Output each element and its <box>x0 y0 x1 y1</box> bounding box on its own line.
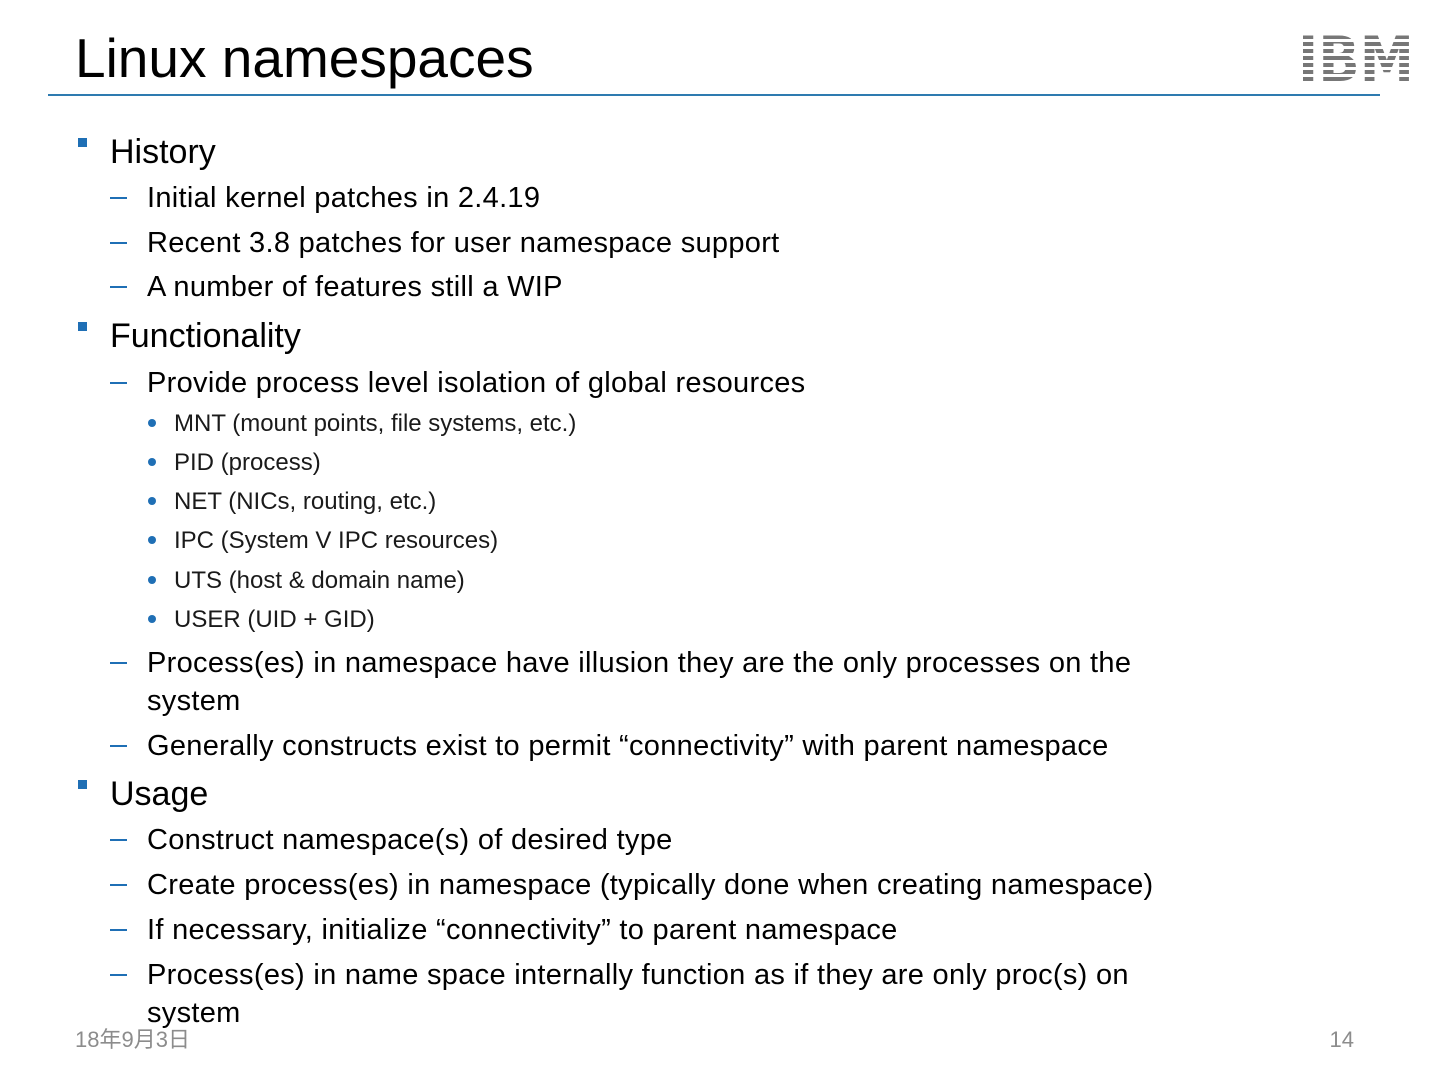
square-bullet-icon <box>78 138 87 147</box>
functionality-item: Provide process level isolation of globa… <box>147 367 806 399</box>
title-divider <box>48 94 1380 96</box>
usage-item-line: Process(es) in name space internally fun… <box>147 959 1129 991</box>
namespace-type-item: NET (NICs, routing, etc.) <box>174 488 437 515</box>
functionality-item-line: system <box>147 685 241 717</box>
namespace-type-item: PID (process) <box>174 449 321 476</box>
dot-bullet-icon <box>148 615 156 623</box>
namespace-type-item: UTS (host & domain name) <box>174 567 465 594</box>
usage-item: Create process(es) in namespace (typical… <box>147 869 1154 901</box>
section-heading-history: History <box>110 133 216 171</box>
namespace-type-item: IPC (System V IPC resources) <box>174 527 499 554</box>
usage-item: If necessary, initialize “connectivity” … <box>147 914 898 946</box>
dash-bullet-icon <box>110 839 127 841</box>
history-item: A number of features still a WIP <box>147 271 563 303</box>
functionality-item: Generally constructs exist to permit “co… <box>147 730 1109 762</box>
dot-bullet-icon <box>148 576 156 584</box>
functionality-item-line: Process(es) in namespace have illusion t… <box>147 647 1132 679</box>
namespace-type-item: MNT (mount points, file systems, etc.) <box>174 410 577 437</box>
dash-bullet-icon <box>110 745 127 747</box>
ibm-logo: IBM <box>1298 35 1414 83</box>
history-item: Recent 3.8 patches for user namespace su… <box>147 227 780 259</box>
history-item: Initial kernel patches in 2.4.19 <box>147 182 541 214</box>
dot-bullet-icon <box>148 458 156 466</box>
section-heading-usage: Usage <box>110 775 209 813</box>
slide-title: Linux namespaces <box>75 27 534 89</box>
dash-bullet-icon <box>110 382 127 384</box>
footer-date: 18年9月3日 <box>75 1027 190 1052</box>
dot-bullet-icon <box>148 419 156 427</box>
usage-item: Construct namespace(s) of desired type <box>147 824 673 856</box>
dash-bullet-icon <box>110 974 127 976</box>
dot-bullet-icon <box>148 497 156 505</box>
namespace-type-item: USER (UID + GID) <box>174 606 375 633</box>
dash-bullet-icon <box>110 242 127 244</box>
page-number: 14 <box>1329 1027 1354 1052</box>
dash-bullet-icon <box>110 286 127 288</box>
dash-bullet-icon <box>110 884 127 886</box>
dot-bullet-icon <box>148 536 156 544</box>
square-bullet-icon <box>78 780 87 789</box>
square-bullet-icon <box>78 322 87 331</box>
section-heading-functionality: Functionality <box>110 317 301 355</box>
dash-bullet-icon <box>110 197 127 199</box>
dash-bullet-icon <box>110 929 127 931</box>
ibm-logo-text: IBM <box>1298 35 1414 83</box>
dash-bullet-icon <box>110 662 127 664</box>
